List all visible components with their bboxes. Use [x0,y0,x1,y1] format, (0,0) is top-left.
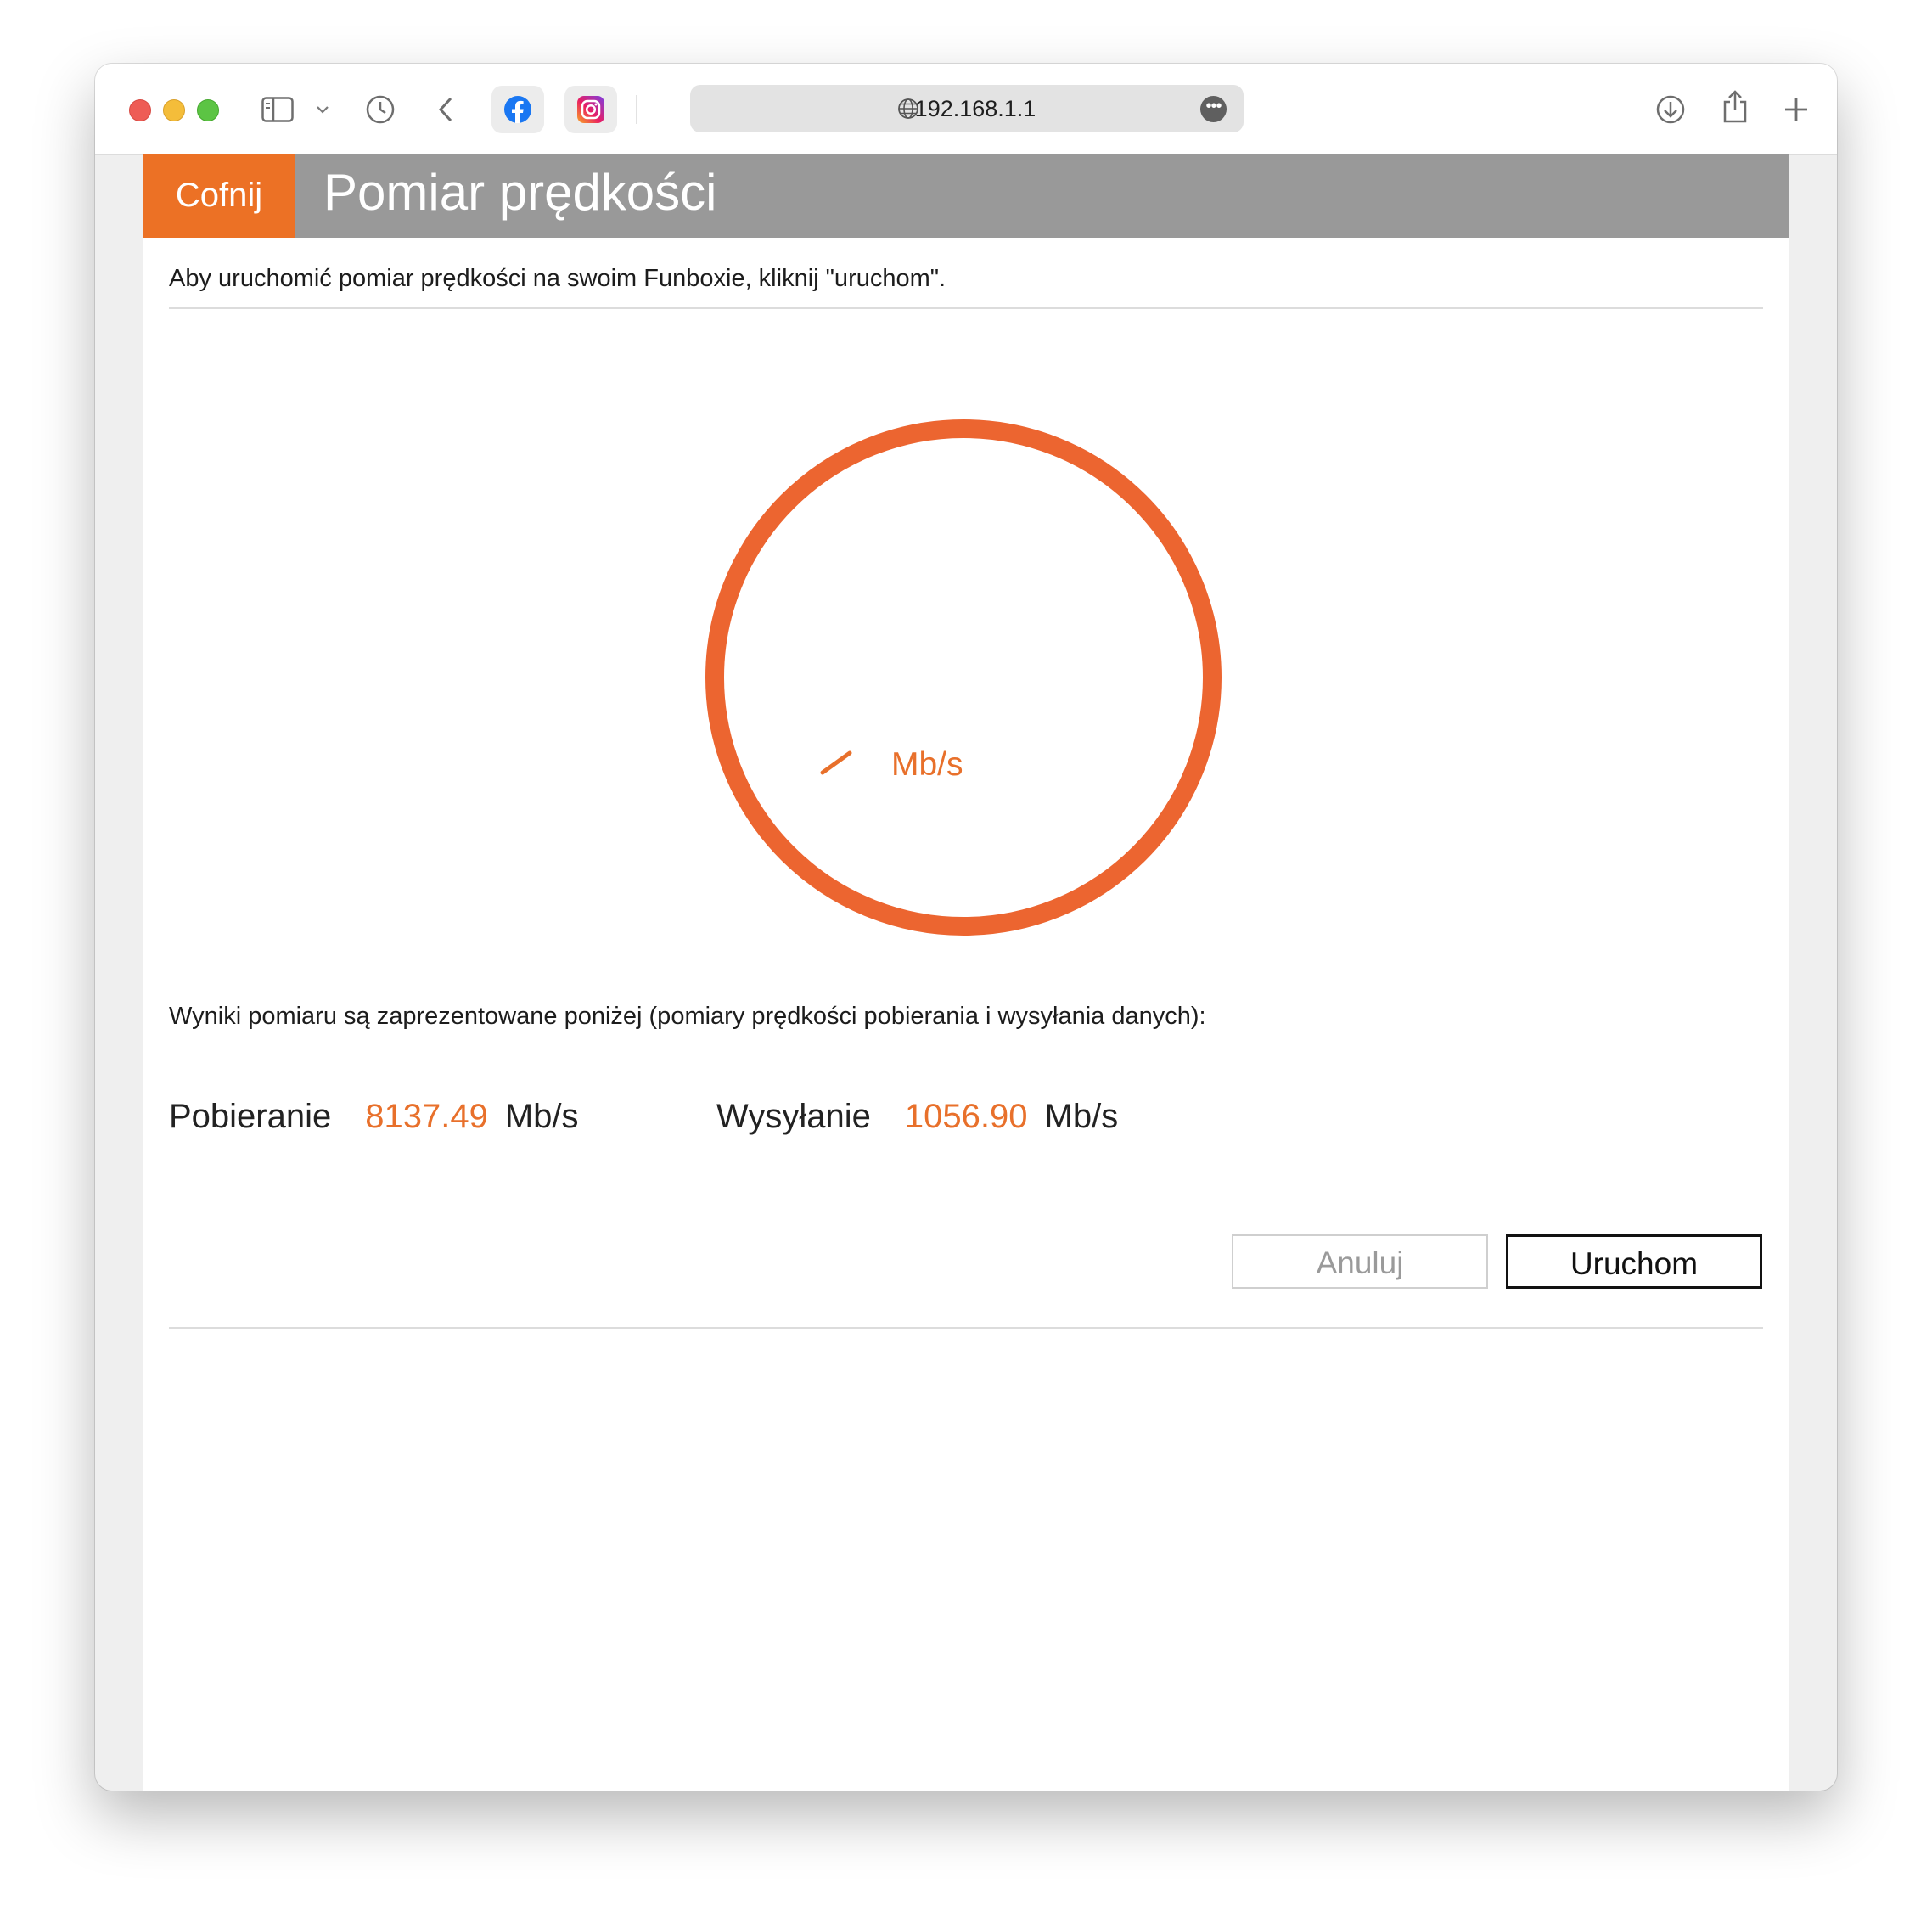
facebook-icon [504,96,531,123]
favorite-instagram[interactable] [564,86,617,133]
page-content: Cofnij Pomiar prędkości Aby uruchomić po… [143,154,1789,1791]
back-button[interactable]: Cofnij [143,154,295,238]
speed-gauge [705,419,1222,936]
share-icon[interactable] [1720,86,1750,126]
browser-toolbar: 192.168.1.1 ••• [95,64,1837,155]
sidebar-icon[interactable] [259,89,296,130]
address-url[interactable]: 192.168.1.1 [690,85,1244,132]
download-icon[interactable] [1654,89,1688,130]
divider [169,307,1763,309]
toolbar-separator [636,95,637,124]
gauge-ring [705,419,1222,936]
address-bar[interactable]: 192.168.1.1 ••• [690,85,1244,132]
maximize-window-button[interactable] [197,99,219,121]
upload-value: 1056.90 [904,1098,1028,1135]
download-value: 8137.49 [365,1098,488,1135]
minimize-window-button[interactable] [163,99,185,121]
page-title: Pomiar prędkości [323,164,717,221]
download-metric: Pobieranie 8137.49 Mb/s [169,1098,579,1136]
browser-window: 192.168.1.1 ••• Cofnij Pomiar prędkości … [95,64,1837,1791]
intro-text: Aby uruchomić pomiar prędkości na swoim … [169,265,946,292]
run-button[interactable]: Uruchom [1506,1234,1762,1289]
back-icon[interactable] [433,89,458,130]
upload-label: Wysyłanie [716,1098,871,1135]
upload-unit: Mb/s [1044,1098,1119,1135]
favorite-facebook[interactable] [491,86,544,133]
bottom-divider [169,1327,1763,1329]
gauge-needle [820,750,852,775]
close-window-button[interactable] [129,99,151,121]
download-unit: Mb/s [504,1098,579,1135]
new-tab-icon[interactable] [1781,89,1811,130]
download-label: Pobieranie [169,1098,332,1135]
history-icon[interactable] [363,89,397,130]
results-description: Wyniki pomiaru są zaprezentowane poniżej… [169,1003,1206,1030]
gauge-unit: Mb/s [891,746,963,783]
header-bar: Cofnij Pomiar prędkości [143,154,1789,238]
cancel-button[interactable]: Anuluj [1232,1234,1488,1289]
more-options-icon[interactable]: ••• [1200,96,1227,122]
instagram-icon [577,96,604,123]
upload-metric: Wysyłanie 1056.90 Mb/s [716,1098,1118,1136]
chevron-down-icon[interactable] [314,89,331,130]
